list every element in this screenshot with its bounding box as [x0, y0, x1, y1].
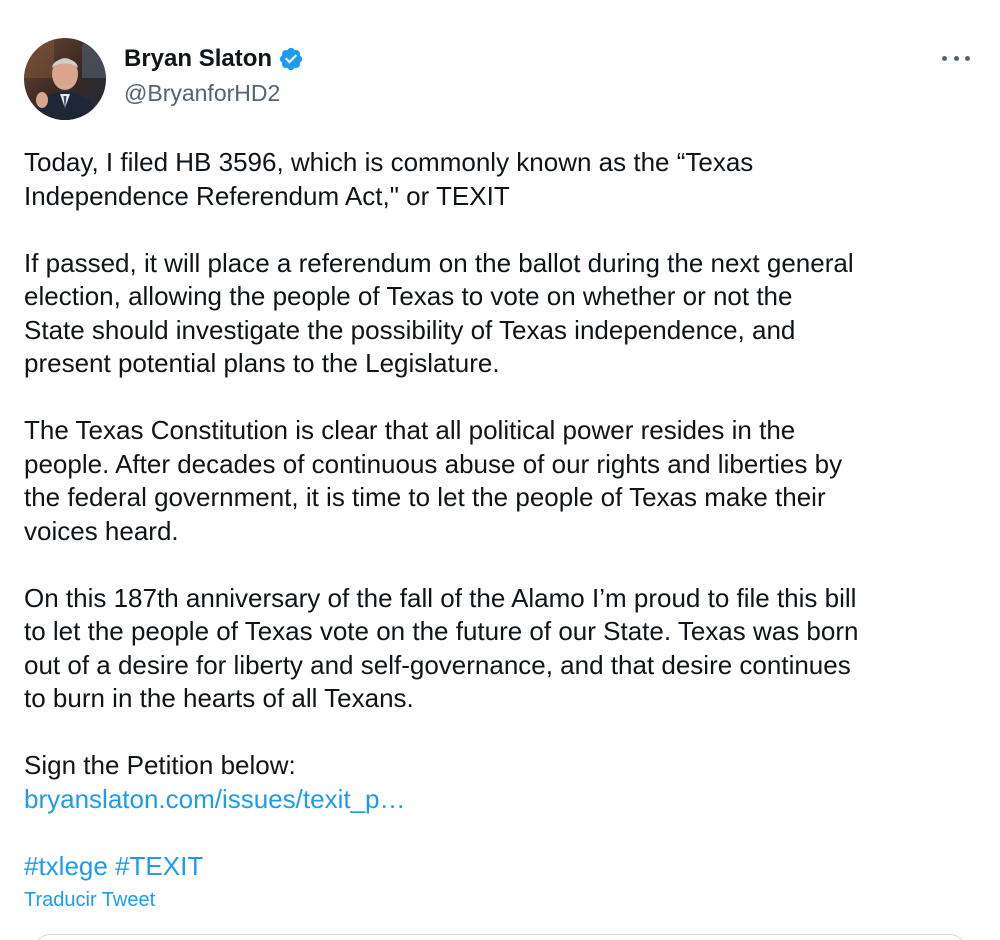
petition-link-row: bryanslaton.com/issues/texit_p… [24, 783, 984, 817]
tweet: Bryan Slaton @BryanforHD2 Today, I filed… [0, 0, 1000, 940]
hashtag-txlege[interactable]: #txlege [24, 851, 108, 881]
author-handle[interactable]: @BryanforHD2 [124, 80, 304, 107]
name-row: Bryan Slaton [124, 44, 304, 74]
avatar-image [24, 38, 106, 120]
author-identity: Bryan Slaton @BryanforHD2 [124, 44, 304, 107]
verified-badge-icon[interactable] [278, 46, 304, 72]
more-dot [965, 55, 970, 61]
author-name[interactable]: Bryan Slaton [124, 45, 272, 73]
tweet-paragraph: On this 187th anniversary of the fall of… [24, 582, 859, 714]
petition-link[interactable]: bryanslaton.com/issues/texit_p… [24, 784, 406, 814]
avatar[interactable] [24, 38, 106, 120]
hashtag-texit[interactable]: #TEXIT [115, 851, 203, 881]
more-dot [942, 55, 947, 61]
tweet-header: Bryan Slaton @BryanforHD2 [24, 38, 304, 120]
tweet-paragraph: If passed, it will place a referendum on… [24, 247, 854, 379]
petition-label: Sign the Petition below: [24, 750, 296, 780]
tweet-text: Today, I filed HB 3596, which is commonl… [24, 146, 984, 883]
translate-tweet-link[interactable]: Traducir Tweet [24, 889, 155, 912]
tweet-paragraph: Today, I filed HB 3596, which is commonl… [24, 147, 754, 211]
more-dot [953, 55, 959, 61]
tweet-paragraph: The Texas Constitution is clear that all… [24, 415, 843, 546]
media-card-edge[interactable] [34, 934, 966, 940]
hashtags: #txlege #TEXIT [24, 850, 984, 884]
more-options-icon[interactable] [942, 48, 970, 68]
